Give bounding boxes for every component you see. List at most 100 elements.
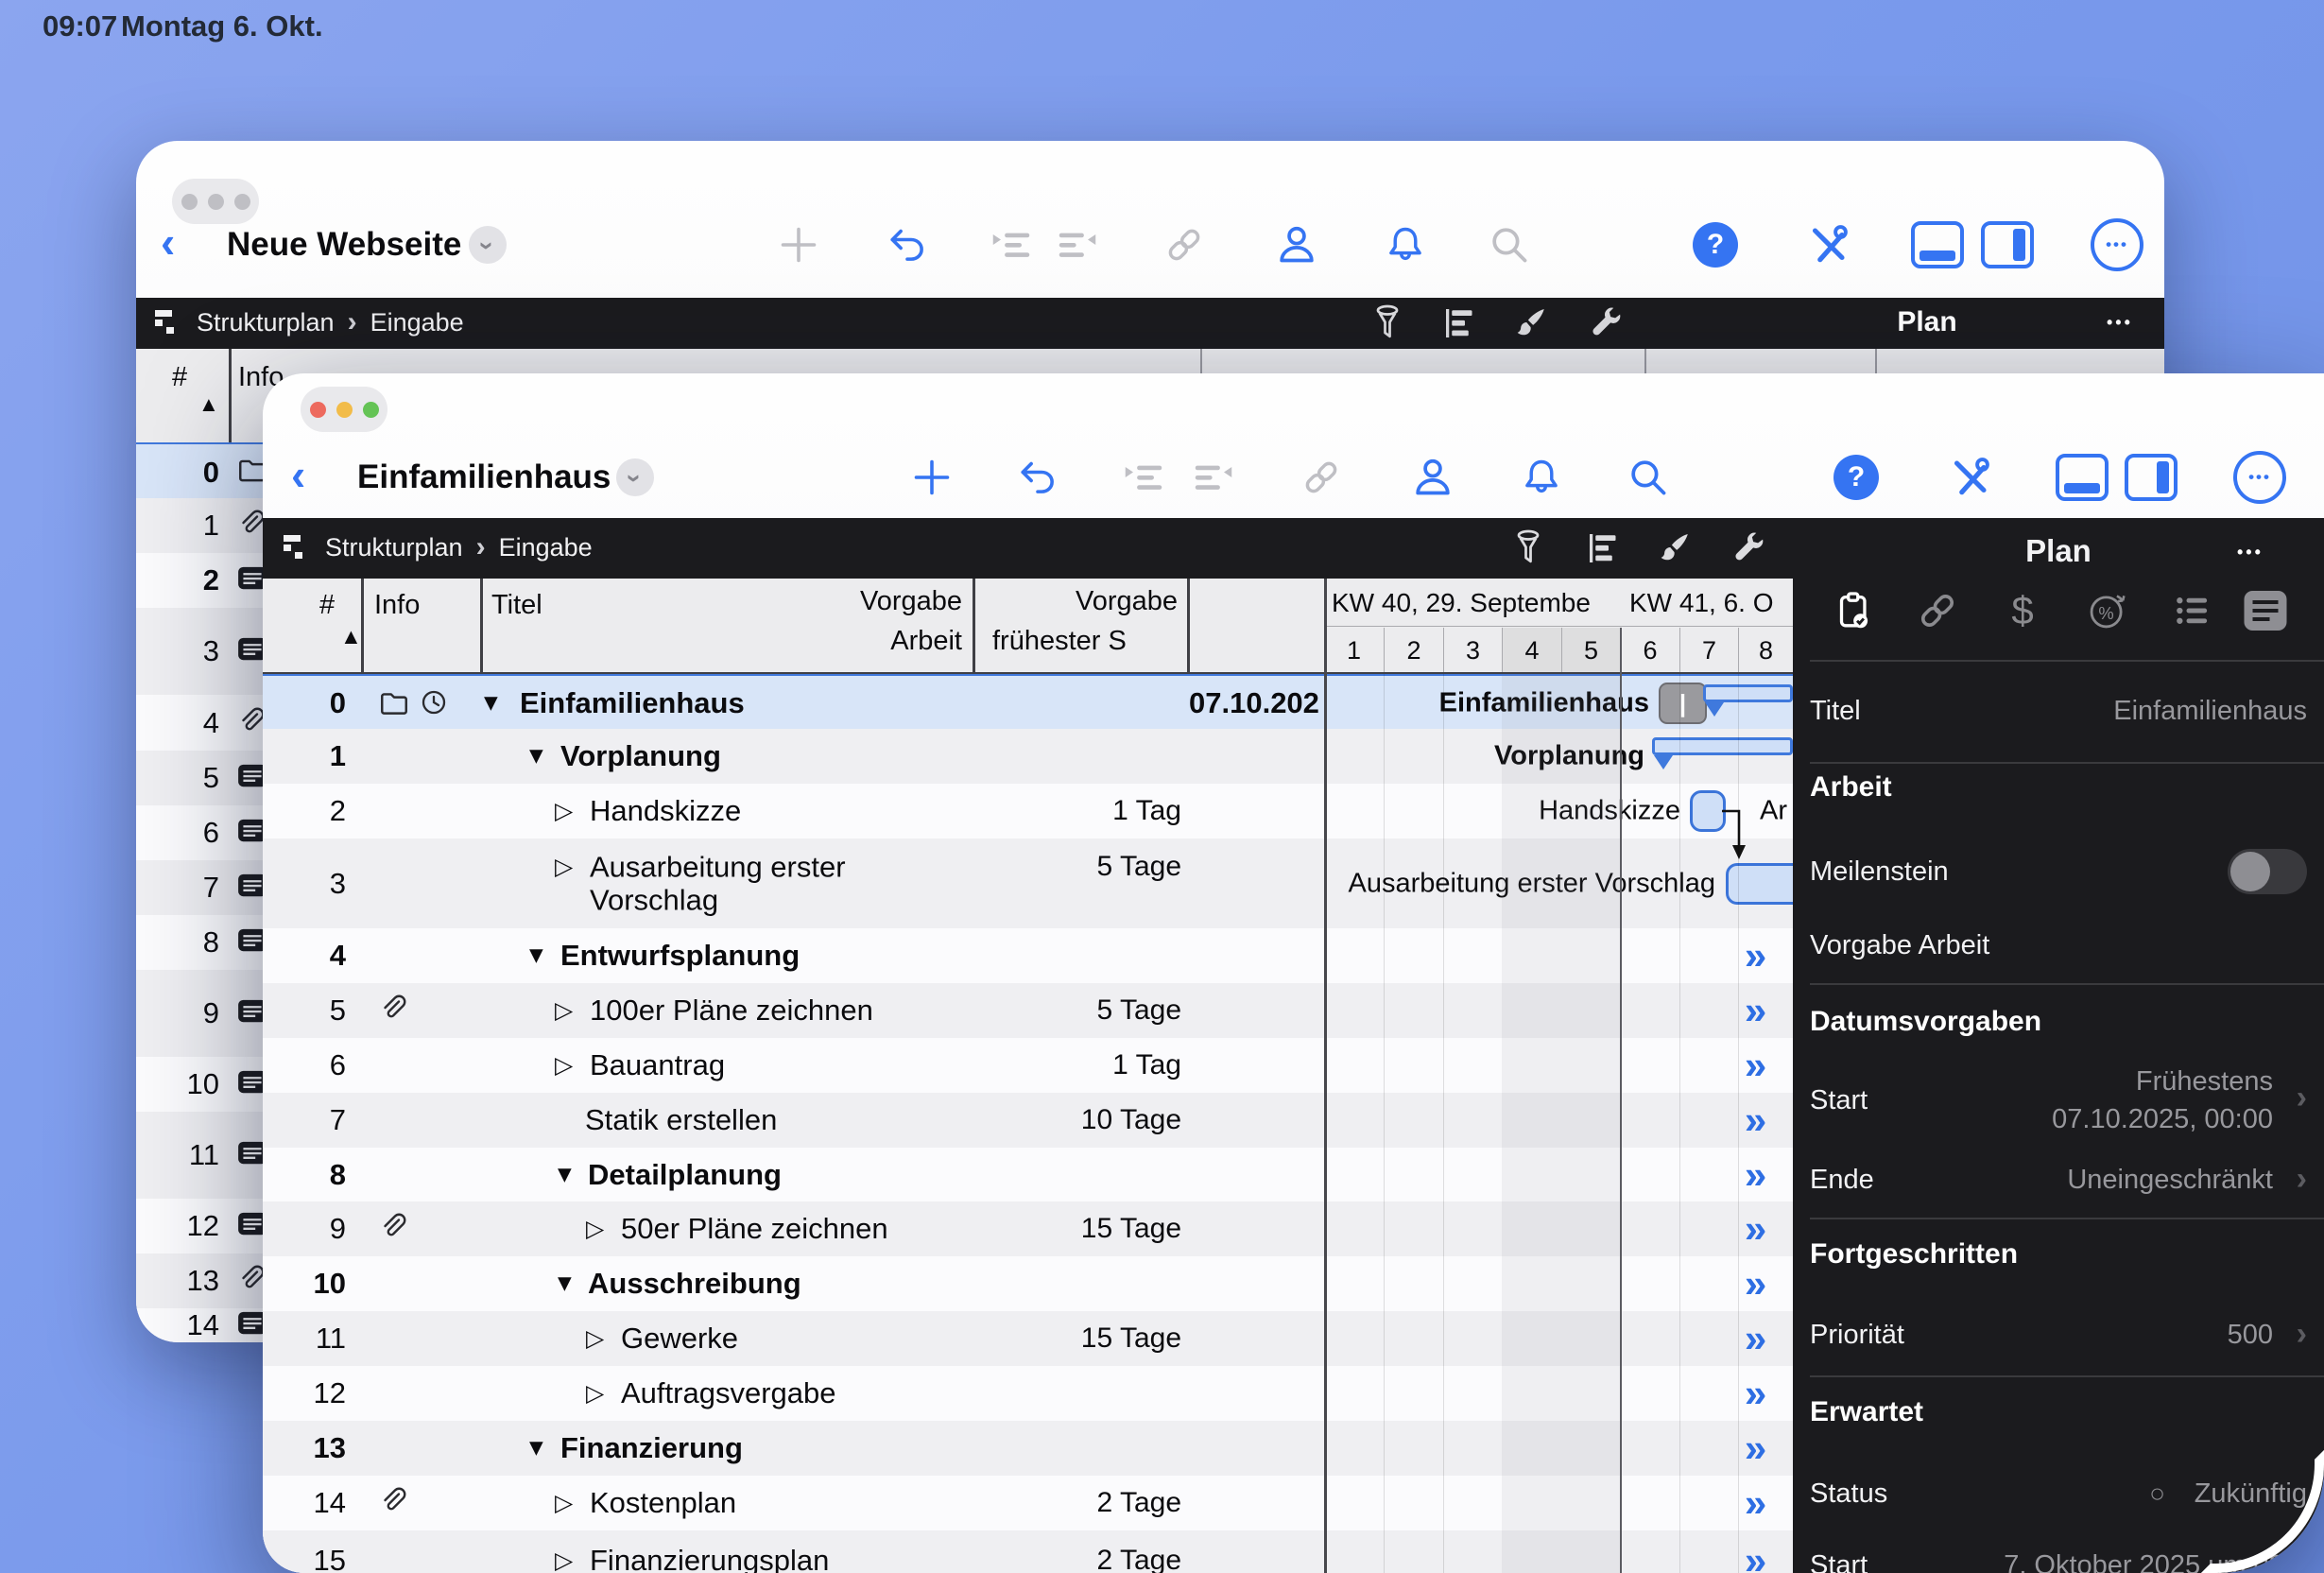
breadcrumb[interactable]: Strukturplan › Eingabe <box>284 531 593 563</box>
table-row[interactable]: 14 ▷ Kostenplan 2 Tage » <box>263 1476 1793 1530</box>
panel-more-icon[interactable]: ••• <box>2237 543 2264 562</box>
document-title[interactable]: Neue Webseite <box>227 226 461 264</box>
gantt-overflow-indicator[interactable]: » <box>1726 988 1782 1033</box>
table-row[interactable]: 12 ▷ Auftragsvergabe » <box>263 1366 1793 1421</box>
column-header-earliest-2[interactable]: frühester S <box>992 626 1181 657</box>
view-label[interactable]: Plan <box>1875 306 1979 338</box>
more-icon[interactable]: ••• <box>2233 451 2286 504</box>
table-row[interactable]: 5 ▷ 100er Pläne zeichnen 5 Tage » <box>263 983 1793 1038</box>
expand-icon[interactable]: ▷ <box>555 1051 573 1080</box>
bottom-panel-icon[interactable] <box>1911 218 1964 271</box>
expand-icon[interactable]: ▷ <box>586 1215 604 1243</box>
gantt-task-bar[interactable] <box>1726 863 1793 905</box>
gantt-overflow-indicator[interactable]: » <box>1726 1098 1782 1143</box>
filter-icon[interactable] <box>1504 524 1553 573</box>
expand-icon[interactable]: ▷ <box>555 797 573 825</box>
breadcrumb-root[interactable]: Strukturplan <box>197 308 335 337</box>
table-row[interactable]: 11 ▷ Gewerke 15 Tage » <box>263 1311 1793 1366</box>
breadcrumb-current[interactable]: Eingabe <box>499 533 593 562</box>
expand-icon[interactable]: ▷ <box>586 1379 604 1408</box>
tab-checklist-icon[interactable] <box>2164 582 2221 639</box>
gantt-overflow-indicator[interactable]: » <box>1726 1538 1782 1573</box>
collapse-icon[interactable]: ▼ <box>553 1270 577 1298</box>
field-prioritaet[interactable]: Priorität 500 › <box>1810 1314 2307 1359</box>
collapse-icon[interactable]: ▼ <box>525 942 548 970</box>
field-ende[interactable]: Ende Uneingeschränkt › <box>1810 1159 2307 1204</box>
gantt-overflow-indicator[interactable]: » <box>1726 1261 1782 1306</box>
column-header-earliest-1[interactable]: Vorgabe <box>979 586 1178 617</box>
outline-icon[interactable] <box>1436 299 1485 348</box>
gantt-overflow-indicator[interactable]: » <box>1726 933 1782 978</box>
tools-icon[interactable] <box>1801 218 1854 271</box>
indent-icon[interactable] <box>985 218 1038 271</box>
expand-icon[interactable]: ▷ <box>555 1489 573 1517</box>
tab-plan-icon[interactable] <box>1824 582 1881 639</box>
wrench-icon[interactable] <box>1583 299 1632 348</box>
collapse-icon[interactable]: ▼ <box>525 1435 548 1462</box>
user-icon[interactable] <box>1270 218 1323 271</box>
help-icon[interactable]: ? <box>1830 451 1883 504</box>
user-icon[interactable] <box>1406 451 1459 504</box>
title-dropdown-button[interactable]: › <box>469 226 507 264</box>
title-dropdown-button[interactable]: › <box>616 458 654 496</box>
style-brush-icon[interactable] <box>1506 299 1556 348</box>
field-titel[interactable]: Titel Einfamilienhaus <box>1810 690 2307 735</box>
minimize-window-dot[interactable] <box>336 402 353 418</box>
table-row[interactable]: 6 ▷ Bauantrag 1 Tag » <box>263 1038 1793 1093</box>
bottom-panel-icon[interactable] <box>2056 451 2109 504</box>
collapse-icon[interactable]: ▼ <box>479 690 503 717</box>
gantt-overflow-indicator[interactable]: » <box>1726 1152 1782 1198</box>
gantt-overflow-indicator[interactable]: » <box>1726 1043 1782 1088</box>
breadcrumb[interactable]: Strukturplan › Eingabe <box>155 306 464 338</box>
gantt-summary-bar[interactable] <box>1652 737 1793 773</box>
back-icon[interactable]: ‹ <box>291 453 305 496</box>
right-panel-icon[interactable] <box>2125 451 2178 504</box>
link-icon[interactable] <box>1158 218 1211 271</box>
gantt-overflow-indicator[interactable]: » <box>1726 1480 1782 1526</box>
week-header[interactable]: KW 41, 6. O <box>1622 588 1791 618</box>
more-icon[interactable]: ••• <box>2091 218 2143 271</box>
table-row[interactable]: 1 ▼ Vorplanung Vorplanung <box>263 729 1793 784</box>
tab-utilization-icon[interactable]: % <box>2079 582 2136 639</box>
bell-icon[interactable] <box>1515 451 1568 504</box>
view-more-icon[interactable]: ••• <box>2107 313 2133 333</box>
table-row[interactable]: 10 ▼ Ausschreibung » <box>263 1256 1793 1311</box>
column-header-work-2[interactable]: Arbeit <box>773 626 962 657</box>
gantt-progress-handle[interactable]: | <box>1659 683 1707 724</box>
table-row[interactable]: 2 ▷ Handskizze 1 Tag Handskizze Ar <box>263 784 1793 838</box>
search-icon[interactable] <box>1622 451 1675 504</box>
undo-icon[interactable] <box>1011 451 1064 504</box>
column-header-number[interactable]: # <box>172 362 187 393</box>
column-header-title[interactable]: Titel <box>491 590 542 621</box>
gantt-overflow-indicator[interactable]: » <box>1726 1371 1782 1416</box>
bell-icon[interactable] <box>1379 218 1432 271</box>
tab-notes-icon[interactable] <box>2237 582 2294 639</box>
table-row-selected[interactable]: 0 ▼ Einfamilienhaus 07.10.202 Einfamilie… <box>263 674 1793 733</box>
table-row[interactable]: 15 ▷ Finanzierungsplan 2 Tage » <box>263 1530 1793 1573</box>
expand-icon[interactable]: ▷ <box>555 996 573 1025</box>
tools-icon[interactable] <box>1943 451 1996 504</box>
table-row[interactable]: 7 Statik erstellen 10 Tage » <box>263 1093 1793 1148</box>
front-window[interactable]: ‹ Einfamilienhaus › ? ••• Strukturplan ›… <box>263 373 2324 1573</box>
column-header-number[interactable]: # <box>319 590 335 621</box>
outline-icon[interactable] <box>1579 524 1628 573</box>
add-button[interactable] <box>905 451 958 504</box>
table-row[interactable]: 9 ▷ 50er Pläne zeichnen 15 Tage » <box>263 1201 1793 1256</box>
gantt-overflow-indicator[interactable]: » <box>1726 1426 1782 1471</box>
collapse-icon[interactable]: ▼ <box>553 1161 577 1188</box>
expand-icon[interactable]: ▷ <box>555 1547 573 1573</box>
help-icon[interactable]: ? <box>1689 218 1742 271</box>
sort-asc-icon[interactable]: ▲ <box>198 392 219 417</box>
tab-cost-icon[interactable]: $ <box>1994 582 2051 639</box>
link-icon[interactable] <box>1295 451 1348 504</box>
week-header[interactable]: KW 40, 29. Septembe <box>1324 588 1618 618</box>
table-row[interactable]: 8 ▼ Detailplanung » <box>263 1148 1793 1201</box>
zoom-window-dot[interactable] <box>363 402 379 418</box>
add-button[interactable] <box>772 218 825 271</box>
table-row[interactable]: 13 ▼ Finanzierung » <box>263 1421 1793 1476</box>
table-row[interactable]: 3 ▷ Ausarbeitung erster Vorschlag 5 Tage… <box>263 838 1793 928</box>
style-brush-icon[interactable] <box>1650 524 1699 573</box>
gantt-overflow-indicator[interactable]: » <box>1726 1316 1782 1361</box>
table-row[interactable]: 4 ▼ Entwurfsplanung » <box>263 928 1793 983</box>
gantt-summary-bar[interactable] <box>1703 684 1793 720</box>
